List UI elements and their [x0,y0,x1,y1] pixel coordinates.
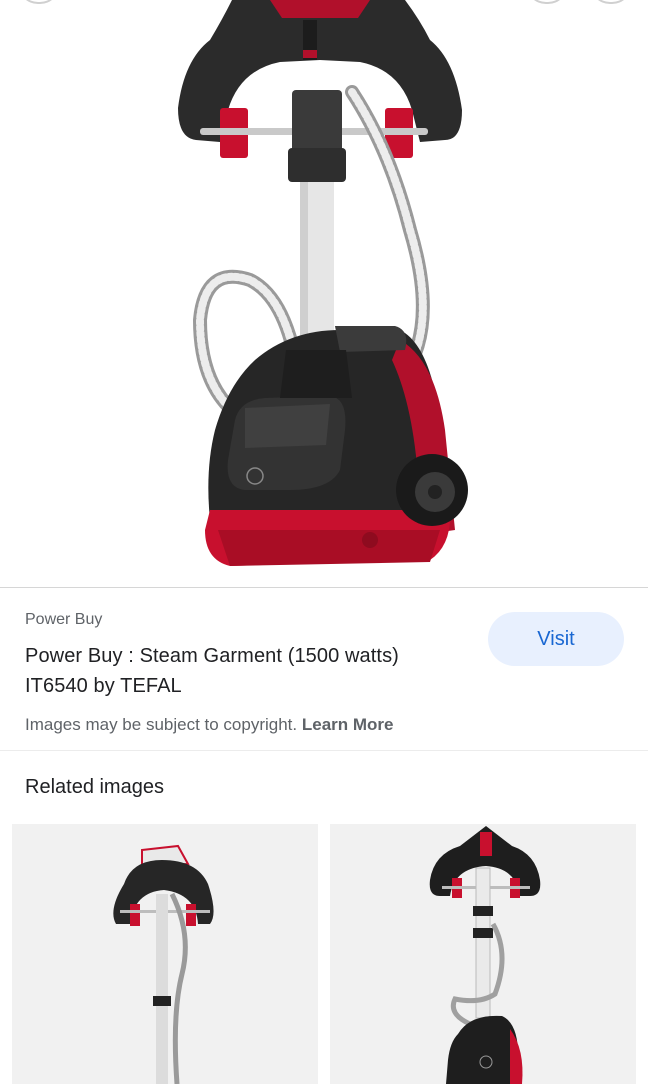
main-product-image[interactable] [0,0,648,587]
related-image-1[interactable] [12,824,318,1084]
result-title[interactable]: Power Buy : Steam Garment (1500 watts) I… [25,641,465,701]
related-image-2[interactable] [330,824,636,1084]
related-images-heading: Related images [25,776,164,798]
garment-steamer-illustration [178,0,468,566]
copyright-text: Images may be subject to copyright. [25,715,298,734]
source-name: Power Buy [25,611,103,628]
visit-button[interactable]: Visit [488,612,624,666]
image-divider [0,587,648,588]
garment-steamer-thumbnail [113,844,214,1084]
garment-steamer-thumbnail [429,826,541,1084]
copyright-notice: Images may be subject to copyright. Lear… [25,715,394,735]
section-divider [0,750,648,751]
learn-more-link[interactable]: Learn More [302,715,394,734]
